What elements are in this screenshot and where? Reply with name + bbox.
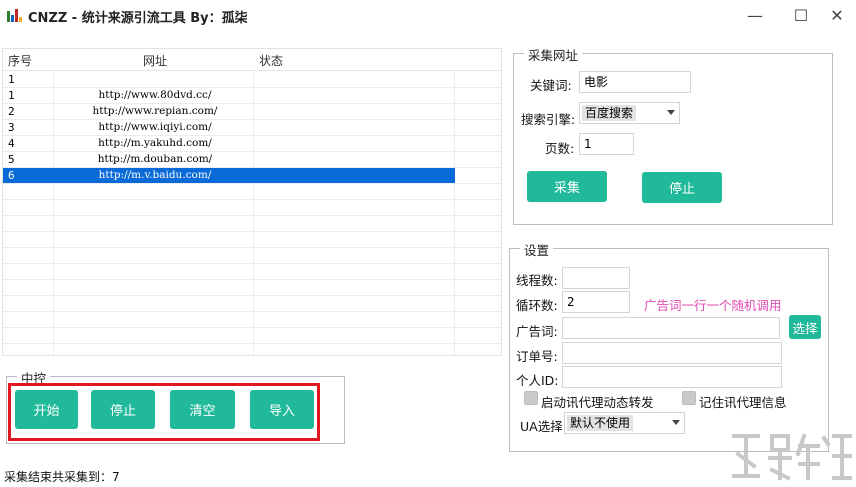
stop-button[interactable]: 停止 <box>91 390 155 429</box>
row-url: http://www.80dvd.cc/ <box>98 89 212 101</box>
table-row-empty[interactable] <box>3 216 501 232</box>
ua-select-value: 默认不使用 <box>567 415 634 431</box>
search-engine-select[interactable]: 百度搜索 <box>579 102 680 124</box>
chevron-down-icon <box>672 420 680 425</box>
proxy-remember-label[interactable]: 记住讯代理信息 <box>699 392 787 411</box>
row-index: 1 <box>8 73 15 86</box>
threads-input[interactable] <box>562 267 630 289</box>
search-engine-label: 搜索引擎: <box>521 112 576 127</box>
title-bar: CNZZ - 统计来源引流工具 By：孤柒 — ☐ ✕ <box>0 0 856 32</box>
column-header-status[interactable]: 状态 <box>259 52 283 69</box>
table-row-empty[interactable] <box>3 184 501 200</box>
start-button[interactable]: 开始 <box>15 390 78 429</box>
table-header: 序号 网址 状态 <box>3 49 501 71</box>
proxy-dynamic-checkbox[interactable] <box>524 391 538 405</box>
search-engine-value: 百度搜索 <box>582 105 637 121</box>
row-url: http://m.douban.com/ <box>97 153 213 165</box>
proxy-dynamic-label[interactable]: 启动讯代理动态转发 <box>541 392 654 411</box>
table-row[interactable]: 5 http://m.douban.com/ <box>3 152 501 168</box>
table-row-empty[interactable] <box>3 328 501 344</box>
table-row[interactable]: 1 <box>3 72 501 88</box>
table-row[interactable]: 3 http://www.iqiyi.com/ <box>3 120 501 136</box>
table-row-empty[interactable] <box>3 312 501 328</box>
app-bar-chart-icon <box>6 8 22 24</box>
row-index: 5 <box>8 153 15 166</box>
loops-label: 循环数: <box>516 298 558 313</box>
keyword-label: 关键词: <box>530 78 572 93</box>
ad-hint-text: 广告词一行一个随机调用 <box>644 298 782 313</box>
table-row-empty[interactable] <box>3 232 501 248</box>
row-url: http://m.yakuhd.com/ <box>98 137 212 149</box>
row-index: 2 <box>8 105 15 118</box>
column-header-index[interactable]: 序号 <box>8 52 32 69</box>
close-button[interactable]: ✕ <box>824 4 850 26</box>
url-table[interactable]: 序号 网址 状态 1 1 http://www.80dvd.cc/ 2 http:/… <box>2 48 502 356</box>
loops-input[interactable]: 2 <box>562 291 630 313</box>
choose-file-button[interactable]: 选择 <box>789 315 821 339</box>
row-index: 6 <box>8 169 15 182</box>
row-index: 4 <box>8 137 15 150</box>
chevron-down-icon <box>667 110 675 115</box>
personal-id-input[interactable] <box>562 366 782 388</box>
import-button[interactable]: 导入 <box>250 390 314 429</box>
threads-label: 线程数: <box>516 273 558 288</box>
table-row-empty[interactable] <box>3 296 501 312</box>
table-row-empty[interactable] <box>3 264 501 280</box>
table-row-empty[interactable] <box>3 280 501 296</box>
watermark-logo <box>732 433 852 481</box>
table-row-selected[interactable]: 6 http://m.v.baidu.com/ <box>3 168 501 184</box>
table-row-empty[interactable] <box>3 200 501 216</box>
status-text: 采集结束共采集到：7 <box>4 470 120 484</box>
column-header-url[interactable]: 网址 <box>143 52 167 69</box>
row-url: http://www.repian.com/ <box>92 105 218 117</box>
personal-id-label: 个人ID: <box>516 373 559 388</box>
maximize-button[interactable]: ☐ <box>788 4 814 26</box>
collect-button[interactable]: 采集 <box>527 171 607 202</box>
ad-words-input[interactable] <box>562 317 780 339</box>
ad-words-label: 广告词: <box>516 324 558 339</box>
ua-select-label: UA选择: <box>520 419 567 434</box>
ua-select[interactable]: 默认不使用 <box>564 412 685 434</box>
collect-stop-button[interactable]: 停止 <box>642 172 722 203</box>
proxy-remember-checkbox[interactable] <box>682 391 696 405</box>
window-title: CNZZ - 统计来源引流工具 By：孤柒 <box>28 11 248 26</box>
minimize-button[interactable]: — <box>742 4 768 26</box>
settings-group-title: 设置 <box>520 240 554 259</box>
keyword-input[interactable]: 电影 <box>579 71 691 93</box>
clear-button[interactable]: 清空 <box>170 390 235 429</box>
order-number-label: 订单号: <box>516 349 558 364</box>
pages-label: 页数: <box>545 141 575 156</box>
row-index: 1 <box>8 89 15 102</box>
table-row[interactable]: 1 http://www.80dvd.cc/ <box>3 88 501 104</box>
row-url: http://www.iqiyi.com/ <box>98 121 212 133</box>
row-url: http://m.v.baidu.com/ <box>98 169 212 181</box>
pages-input[interactable]: 1 <box>579 133 634 155</box>
order-number-input[interactable] <box>562 342 782 364</box>
table-row-empty[interactable] <box>3 248 501 264</box>
collect-group-title: 采集网址 <box>524 45 583 64</box>
table-row[interactable]: 2 http://www.repian.com/ <box>3 104 501 120</box>
row-index: 3 <box>8 121 15 134</box>
table-row[interactable]: 4 http://m.yakuhd.com/ <box>3 136 501 152</box>
